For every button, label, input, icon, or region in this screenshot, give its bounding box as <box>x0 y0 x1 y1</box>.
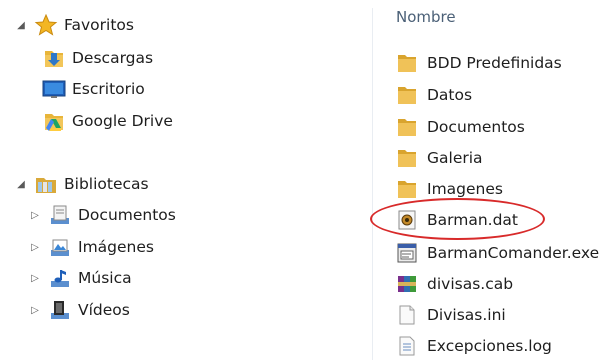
favorites-star-icon <box>34 14 58 36</box>
nav-item-escritorio[interactable]: Escritorio <box>42 74 145 104</box>
file-name: BarmanComander.exe <box>427 244 600 262</box>
ini-file-icon <box>396 304 418 326</box>
folder-icon <box>396 178 418 200</box>
file-name: Datos <box>427 86 473 104</box>
file-row[interactable]: Documentos <box>396 113 525 141</box>
nav-favorites[interactable]: ◢ Favoritos <box>14 10 134 40</box>
libraries-icon <box>34 173 58 195</box>
file-list-pane: Nombre BDD Predefinidas Datos Documentos… <box>374 0 601 360</box>
column-header-name[interactable]: Nombre <box>396 8 456 26</box>
nav-item-label: Vídeos <box>78 301 130 319</box>
navigation-pane: ◢ Favoritos Descargas Escritorio Google … <box>0 0 370 360</box>
downloads-folder-icon <box>42 47 66 69</box>
nav-item-label: Música <box>78 269 132 287</box>
expanded-triangle-icon[interactable]: ◢ <box>14 177 28 191</box>
exe-file-icon <box>396 242 418 264</box>
nav-library-videos[interactable]: ▷ Vídeos <box>28 295 130 325</box>
file-name: Divisas.ini <box>427 306 506 324</box>
documents-library-icon <box>48 204 72 226</box>
desktop-icon <box>42 78 66 100</box>
pictures-library-icon <box>48 236 72 258</box>
collapsed-triangle-icon[interactable]: ▷ <box>28 240 42 254</box>
expanded-triangle-icon[interactable]: ◢ <box>14 18 28 32</box>
log-file-icon <box>396 335 418 357</box>
collapsed-triangle-icon[interactable]: ▷ <box>28 208 42 222</box>
nav-item-google-drive[interactable]: Google Drive <box>42 106 173 136</box>
file-row[interactable]: Datos <box>396 81 472 109</box>
nav-libraries[interactable]: ◢ Bibliotecas <box>14 169 149 199</box>
file-row[interactable]: Divisas.ini <box>396 301 506 329</box>
file-name: Galeria <box>427 149 483 167</box>
file-row[interactable]: BDD Predefinidas <box>396 49 562 77</box>
file-row[interactable]: Excepciones.log <box>396 332 552 360</box>
nav-library-imagenes[interactable]: ▷ Imágenes <box>28 232 154 262</box>
folder-icon <box>396 116 418 138</box>
file-row[interactable]: Galeria <box>396 144 483 172</box>
cab-archive-icon <box>396 273 418 295</box>
collapsed-triangle-icon[interactable]: ▷ <box>28 303 42 317</box>
pane-divider[interactable] <box>372 8 373 360</box>
file-name: Imagenes <box>427 180 503 198</box>
music-library-icon <box>48 267 72 289</box>
nav-favorites-label: Favoritos <box>64 16 134 34</box>
nav-libraries-label: Bibliotecas <box>64 175 149 193</box>
nav-item-descargas[interactable]: Descargas <box>42 43 153 73</box>
file-name: BDD Predefinidas <box>427 54 562 72</box>
file-name: divisas.cab <box>427 275 514 293</box>
nav-item-label: Google Drive <box>72 112 173 130</box>
file-row[interactable]: divisas.cab <box>396 270 513 298</box>
google-drive-folder-icon <box>42 110 66 132</box>
nav-item-label: Escritorio <box>72 80 145 98</box>
annotation-circle <box>370 198 545 240</box>
nav-library-documentos[interactable]: ▷ Documentos <box>28 200 176 230</box>
folder-icon <box>396 52 418 74</box>
nav-item-label: Imágenes <box>78 238 154 256</box>
file-row[interactable]: BarmanComander.exe <box>396 239 599 267</box>
nav-item-label: Documentos <box>78 206 176 224</box>
folder-icon <box>396 147 418 169</box>
videos-library-icon <box>48 299 72 321</box>
folder-icon <box>396 84 418 106</box>
file-name: Excepciones.log <box>427 337 552 355</box>
nav-library-musica[interactable]: ▷ Música <box>28 263 132 293</box>
collapsed-triangle-icon[interactable]: ▷ <box>28 271 42 285</box>
nav-item-label: Descargas <box>72 49 154 67</box>
file-name: Documentos <box>427 118 525 136</box>
